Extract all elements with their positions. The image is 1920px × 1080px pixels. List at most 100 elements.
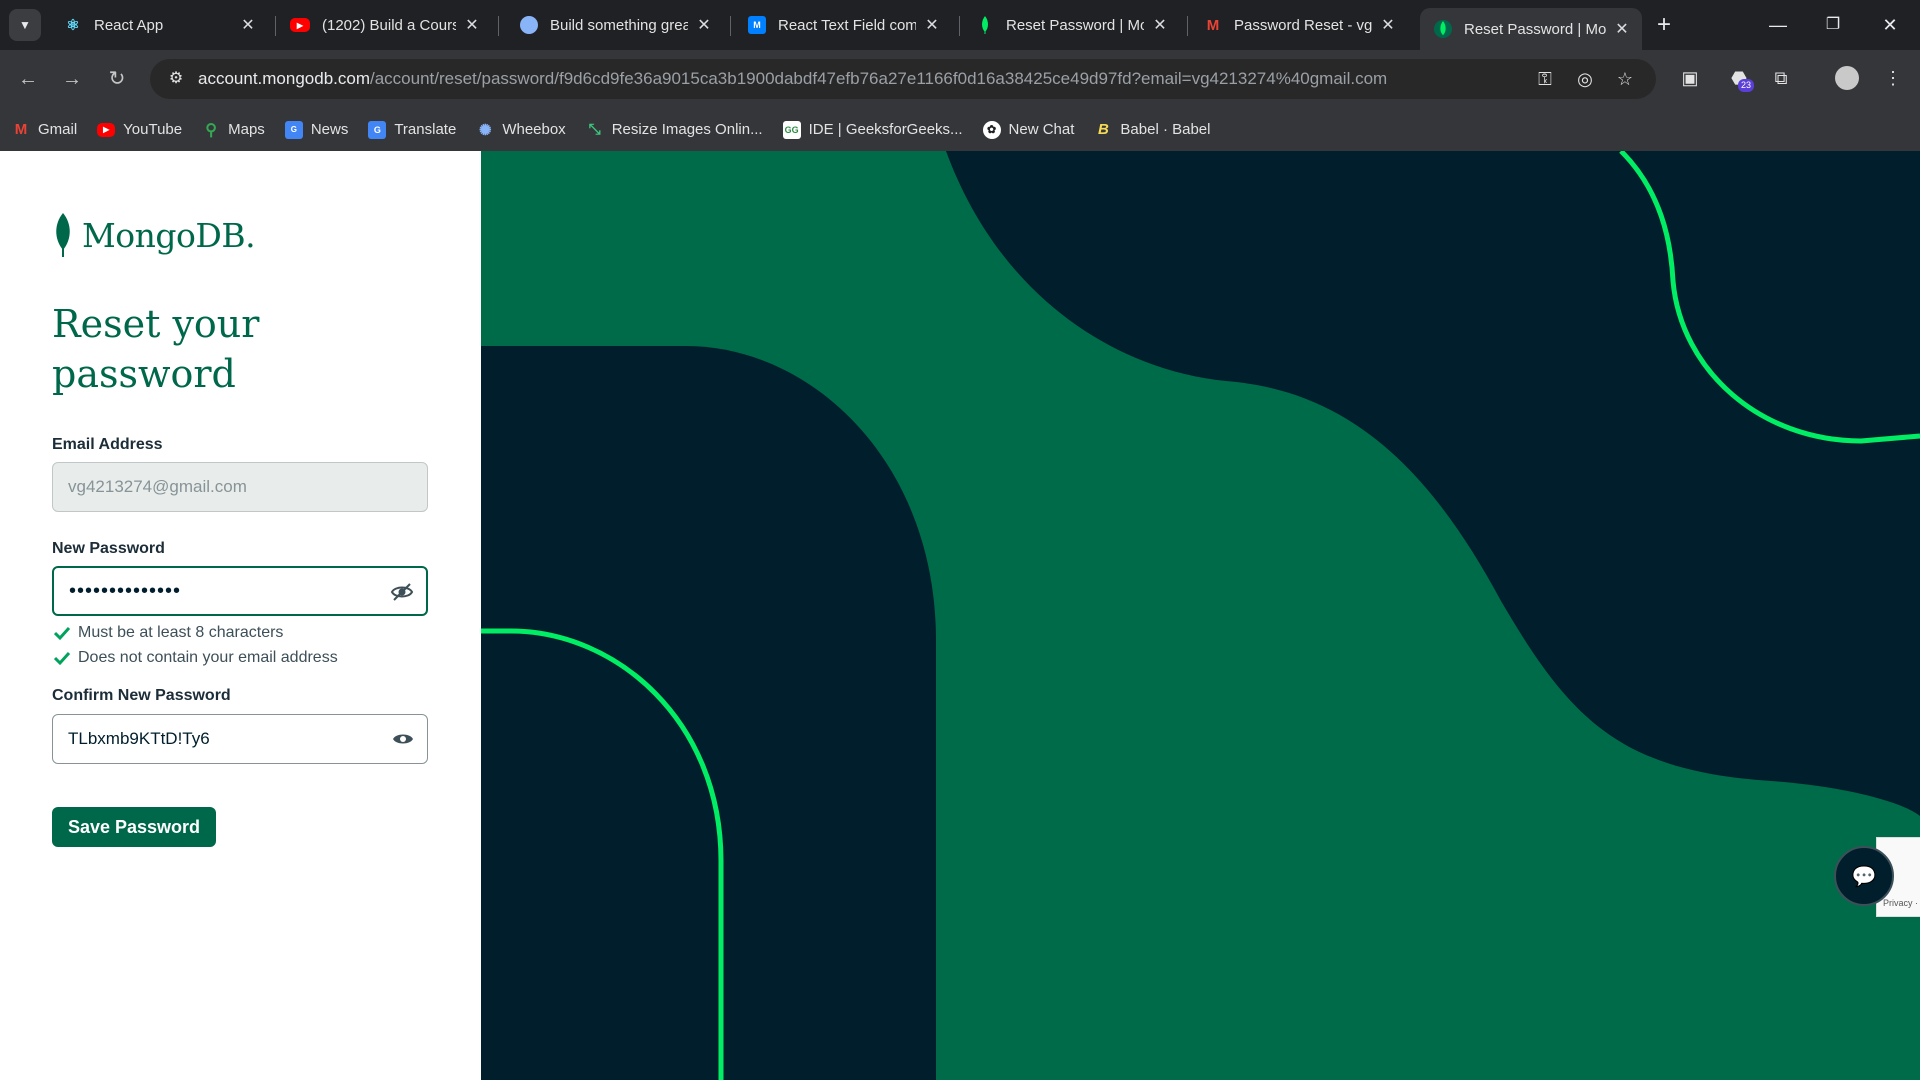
url-path: /account/reset/password/f9d6cd9fe36a9015… [370, 69, 1388, 88]
tab-strip: ▼ ⚛ React App ✕ ▶ (1202) Build a Course … [0, 0, 1920, 50]
url-host: account.mongodb.com [198, 69, 370, 88]
support-chat-button[interactable]: 💬 [1834, 846, 1894, 906]
maps-pin-icon: ⚲ [205, 121, 217, 139]
tab-search-button[interactable]: ▼ [9, 9, 41, 41]
address-bar[interactable]: ⚙ account.mongodb.com/account/reset/pass… [150, 59, 1656, 99]
bookmark-new-chat[interactable]: ✿ New Chat [982, 120, 1074, 139]
babel-icon: B [1097, 121, 1109, 138]
bookmark-resize-images[interactable]: ⤡ Resize Images Onlin... [586, 121, 763, 139]
bookmark-label: Translate [394, 121, 457, 138]
password-rule-length: Must be at least 8 characters [54, 624, 283, 642]
close-icon[interactable]: ✕ [238, 15, 258, 35]
menu-kebab-icon[interactable]: ⋮ [1878, 63, 1908, 93]
new-password-field[interactable]: •••••••••••••• [52, 566, 428, 616]
gmail-icon: M [14, 121, 28, 138]
restore-icon: ❐ [1825, 16, 1841, 33]
bookmark-babel[interactable]: B Babel · Babel [1094, 121, 1210, 139]
close-icon: ✕ [1882, 15, 1898, 35]
tab-build-something[interactable]: Build something grea ✕ [506, 8, 724, 42]
email-field: vg4213274@gmail.com [52, 462, 428, 512]
bookmark-label: News [310, 121, 349, 138]
tab-reset-password-1[interactable]: Reset Password | Mo ✕ [962, 8, 1180, 42]
tab-gmail-password-reset[interactable]: M Password Reset - vg4 ✕ [1190, 8, 1408, 42]
bookmark-wheebox[interactable]: ✺ Wheebox [476, 121, 566, 139]
new-tab-button[interactable]: + [1650, 12, 1678, 40]
extension-badge-count: 23 [1738, 79, 1755, 92]
email-value: vg4213274@gmail.com [68, 477, 247, 496]
translate-icon: G [368, 120, 387, 139]
page-content: MongoDB. Reset your password Email Addre… [0, 151, 1920, 1080]
bookmark-label: YouTube [123, 121, 183, 138]
bookmark-maps[interactable]: ⚲ Maps [202, 121, 265, 139]
close-icon[interactable]: ✕ [1150, 15, 1170, 35]
eye-off-icon[interactable] [390, 580, 414, 604]
chevron-down-icon: ▼ [19, 18, 31, 32]
reset-form-panel: MongoDB. Reset your password Email Addre… [0, 151, 481, 1080]
tab-title: Reset Password | Mo [1464, 20, 1606, 38]
extension-badge-icon[interactable]: 23 ⬣ [1724, 63, 1755, 93]
globe-icon [520, 16, 538, 34]
tab-title: Build something grea [550, 16, 688, 34]
close-icon[interactable]: ✕ [1612, 19, 1632, 39]
page-title: Reset your password [52, 302, 260, 396]
youtube-icon: ▶ [97, 122, 116, 137]
mongodb-logo[interactable]: MongoDB. [52, 213, 256, 257]
bookmark-gmail[interactable]: M Gmail [12, 121, 77, 139]
tab-title: React Text Field comp [778, 16, 916, 34]
eye-icon[interactable] [391, 727, 415, 751]
bookmark-gfg-ide[interactable]: GG IDE | GeeksforGeeks... [782, 120, 963, 139]
save-password-button[interactable]: Save Password [52, 807, 216, 847]
close-icon[interactable]: ✕ [1378, 15, 1398, 35]
url-text[interactable]: account.mongodb.com/account/reset/passwo… [198, 69, 1387, 89]
mongodb-leaf-icon [1434, 20, 1452, 38]
bookmark-youtube[interactable]: ▶ YouTube [97, 121, 182, 138]
minimize-button[interactable]: — [1758, 10, 1798, 40]
site-info-icon[interactable]: ⚙ [158, 61, 194, 97]
password-rule-text: Does not contain your email address [78, 649, 338, 666]
profile-avatar[interactable] [1832, 63, 1862, 93]
tab-title: Password Reset - vg4 [1234, 16, 1372, 34]
restore-button[interactable]: ❐ [1813, 10, 1853, 40]
mongodb-leaf-icon [56, 213, 70, 257]
forward-button[interactable]: → [56, 63, 88, 95]
background-art [481, 151, 1920, 1080]
tab-youtube[interactable]: ▶ (1202) Build a Course ✕ [276, 8, 492, 42]
gfg-icon: GG [782, 120, 801, 139]
reload-button[interactable]: ↻ [101, 63, 133, 95]
close-icon[interactable]: ✕ [462, 15, 482, 35]
tab-react-text-field[interactable]: M React Text Field comp ✕ [734, 8, 952, 42]
password-rule-email: Does not contain your email address [54, 649, 338, 667]
tab-reset-password-active[interactable]: Reset Password | Mo ✕ [1420, 8, 1642, 50]
arrow-left-icon: ← [18, 68, 38, 90]
eye-off-icon[interactable]: ◎ [1570, 64, 1600, 94]
reload-icon: ↻ [108, 68, 126, 90]
close-icon[interactable]: ✕ [922, 15, 942, 35]
confirm-password-value: TLbxmb9KTtD!Ty6 [68, 729, 210, 748]
bookmark-label: IDE | GeeksforGeeks... [808, 121, 963, 138]
close-window-button[interactable]: ✕ [1870, 10, 1910, 40]
bookmark-label: Babel · Babel [1120, 121, 1211, 138]
tab-divider [498, 16, 499, 36]
checkmark-icon [54, 651, 70, 666]
tab-title: (1202) Build a Course [322, 16, 456, 34]
bookmark-label: Wheebox [502, 121, 566, 138]
plus-icon: + [1656, 11, 1671, 38]
star-icon[interactable]: ☆ [1610, 64, 1640, 94]
recaptcha-links[interactable]: Privacy · Terms [1883, 898, 1920, 908]
key-icon[interactable]: ⚿ [1530, 64, 1560, 94]
extensions-puzzle-icon[interactable]: ⧉ [1766, 63, 1796, 93]
bookmark-news[interactable]: G News [284, 120, 349, 139]
close-icon[interactable]: ✕ [694, 15, 714, 35]
tab-react-app[interactable]: ⚛ React App ✕ [50, 8, 268, 42]
back-button[interactable]: ← [12, 63, 44, 95]
mui-icon: M [748, 16, 766, 34]
new-password-value: •••••••••••••• [69, 579, 182, 602]
minimize-icon: — [1769, 15, 1787, 35]
mongodb-leaf-icon [976, 16, 994, 34]
gmail-icon: M [1206, 16, 1220, 34]
arrow-right-icon: → [62, 68, 82, 90]
toolbar: ← → ↻ ⚙ account.mongodb.com/account/rese… [0, 50, 1920, 108]
confirm-password-field[interactable]: TLbxmb9KTtD!Ty6 [52, 714, 428, 764]
bookmark-translate[interactable]: G Translate [368, 120, 457, 139]
extension-hotkey-icon[interactable]: ▣ [1675, 63, 1705, 93]
